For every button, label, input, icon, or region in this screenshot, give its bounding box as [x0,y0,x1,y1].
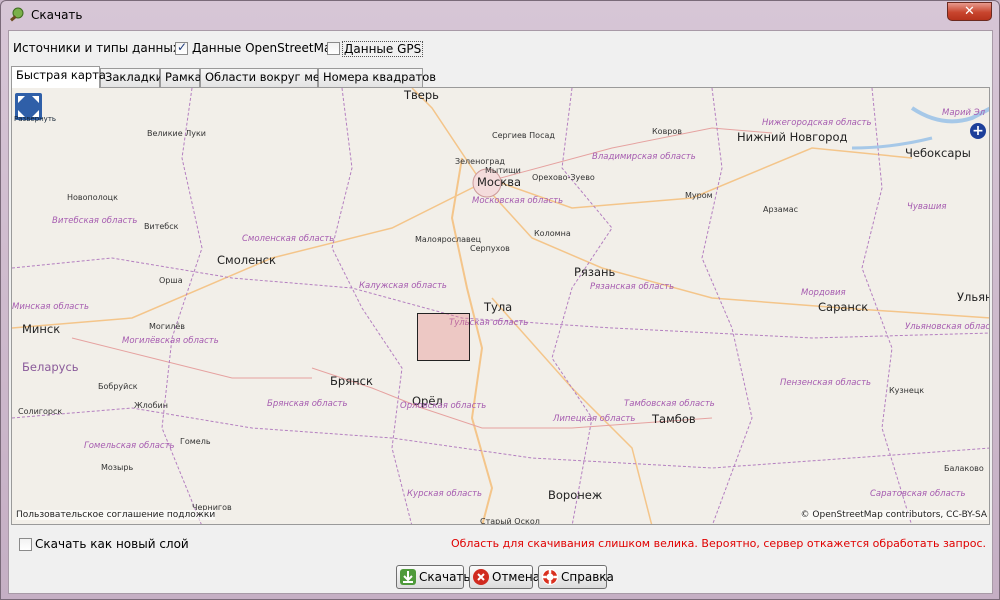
map-region: Орловская область [400,401,487,411]
map-city: Тула [484,300,513,314]
new-layer-label[interactable]: Скачать как новый слой [35,537,189,551]
map-town: Сергиев Посад [492,131,555,140]
josm-app-icon [10,7,24,22]
map-region: Курская область [407,489,483,499]
map-town: Жлобин [134,401,168,410]
map-region: Могилёвская область [122,336,219,346]
map-city: Брянск [330,374,373,388]
window-title: Скачать [31,8,83,22]
map-region: Витебская область [52,216,138,226]
map-town: Малоярославец [415,235,482,244]
map-region: Мордовия [801,288,846,298]
map-region: Владимирская область [592,152,696,162]
map-town: Могилёв [149,322,185,331]
map-region: Калужская область [359,281,447,291]
gps-data-checkbox[interactable] [327,42,340,55]
slippy-map[interactable]: Развернуть + Тверь Москва Нижний Новгоро… [11,87,990,525]
map-town: Солигорск [18,407,63,416]
tab-bounding-box[interactable]: Рамка [160,68,202,87]
new-layer-checkbox[interactable] [19,538,32,551]
map-town: Витебск [144,222,179,231]
map-region: Смоленская область [242,234,335,244]
map-town: Орехово-Зуево [532,173,595,182]
cancel-button-label: Отмена [492,570,541,584]
map-town: Арзамас [763,205,799,214]
map-town: Гомель [180,437,211,446]
download-icon [400,569,416,585]
cancel-icon [473,569,489,585]
map-city: Смоленск [217,253,276,267]
sources-label: Источники и типы данных: [13,41,184,55]
map-town: Коломна [534,229,571,238]
area-too-large-warning: Область для скачивания слишком велика. В… [450,537,986,550]
tab-tile-numbers[interactable]: Номера квадратов [318,68,436,87]
help-button-label: Справка [561,570,614,584]
map-town: Кузнецк [889,386,925,395]
map-city: Нижний Новгород [737,130,848,144]
map-city: Чебоксары [905,146,971,160]
map-city: Ульяновск [957,290,989,304]
map-region: Саратовская область [870,489,966,499]
tab-areas-around-places[interactable]: Области вокруг мест [200,68,333,87]
lifebuoy-icon [542,569,558,585]
dialog-body: Источники и типы данных: Данные OpenStre… [8,30,993,594]
map-region: Нижегородская область [762,118,872,128]
map-town: Орша [159,276,183,285]
map-city: Тверь [404,88,439,102]
map-country: Беларусь [22,360,79,374]
map-city: Рязань [574,265,616,279]
map-region: Пензенская область [780,378,872,388]
map-region: Московская область [472,196,564,206]
cancel-button[interactable]: Отмена [469,565,540,589]
tab-quick-map[interactable]: Быстрая карта [11,66,106,88]
help-button[interactable]: Справка [538,565,614,589]
map-town: Зеленоград [455,157,505,166]
osm-data-label[interactable]: Данные OpenStreetMap [192,41,339,55]
map-town: Великие Луки [147,129,206,138]
download-area-selection[interactable] [417,313,470,361]
map-town: Бобруйск [98,382,138,391]
download-button[interactable]: Скачать [396,565,471,589]
map-region: Рязанская область [590,282,675,292]
map-terms-link[interactable]: Пользовательское соглашение подложки [16,510,216,520]
map-town: Серпухов [470,244,510,253]
title-bar: Скачать ✕ [1,1,999,29]
map-region: Брянская область [267,399,348,409]
download-dialog: Скачать ✕ Источники и типы данных: Данны… [0,0,1000,600]
map-region: Гомельская область [84,441,175,451]
osm-data-checkbox[interactable] [175,40,188,55]
map-region: Чувашия [907,202,947,212]
map-city: Воронеж [548,488,603,502]
download-button-label: Скачать [419,570,471,584]
gps-data-label[interactable]: Данные GPS [342,41,424,57]
map-region: Тамбовская область [624,399,715,409]
map-town: Новополоцк [67,193,118,202]
map-town: Балаково [944,464,984,473]
zoom-in-icon[interactable]: + [970,123,986,139]
map-region: Марий Эл [942,108,986,118]
map-town: Мытищи [485,166,521,175]
map-region: Ульяновская область [905,322,990,332]
map-city: Москва [477,175,522,189]
map-city: Саранск [818,300,869,314]
fullscreen-label: Развернуть [14,115,57,123]
map-town: Ковров [652,127,682,136]
tab-bookmarks[interactable]: Закладки [100,68,163,87]
map-city: Минск [22,322,61,336]
map-town: Старый Оскол [480,517,540,525]
map-town: Мозырь [101,463,134,472]
close-button[interactable]: ✕ [947,2,992,21]
map-city: Тамбов [652,412,696,426]
map-attribution[interactable]: © OpenStreetMap contributors, CC-BY-SA [800,510,987,520]
map-town: Муром [685,191,713,200]
map-region: Липецкая область [553,414,636,424]
map-region: Минская область [12,302,89,312]
